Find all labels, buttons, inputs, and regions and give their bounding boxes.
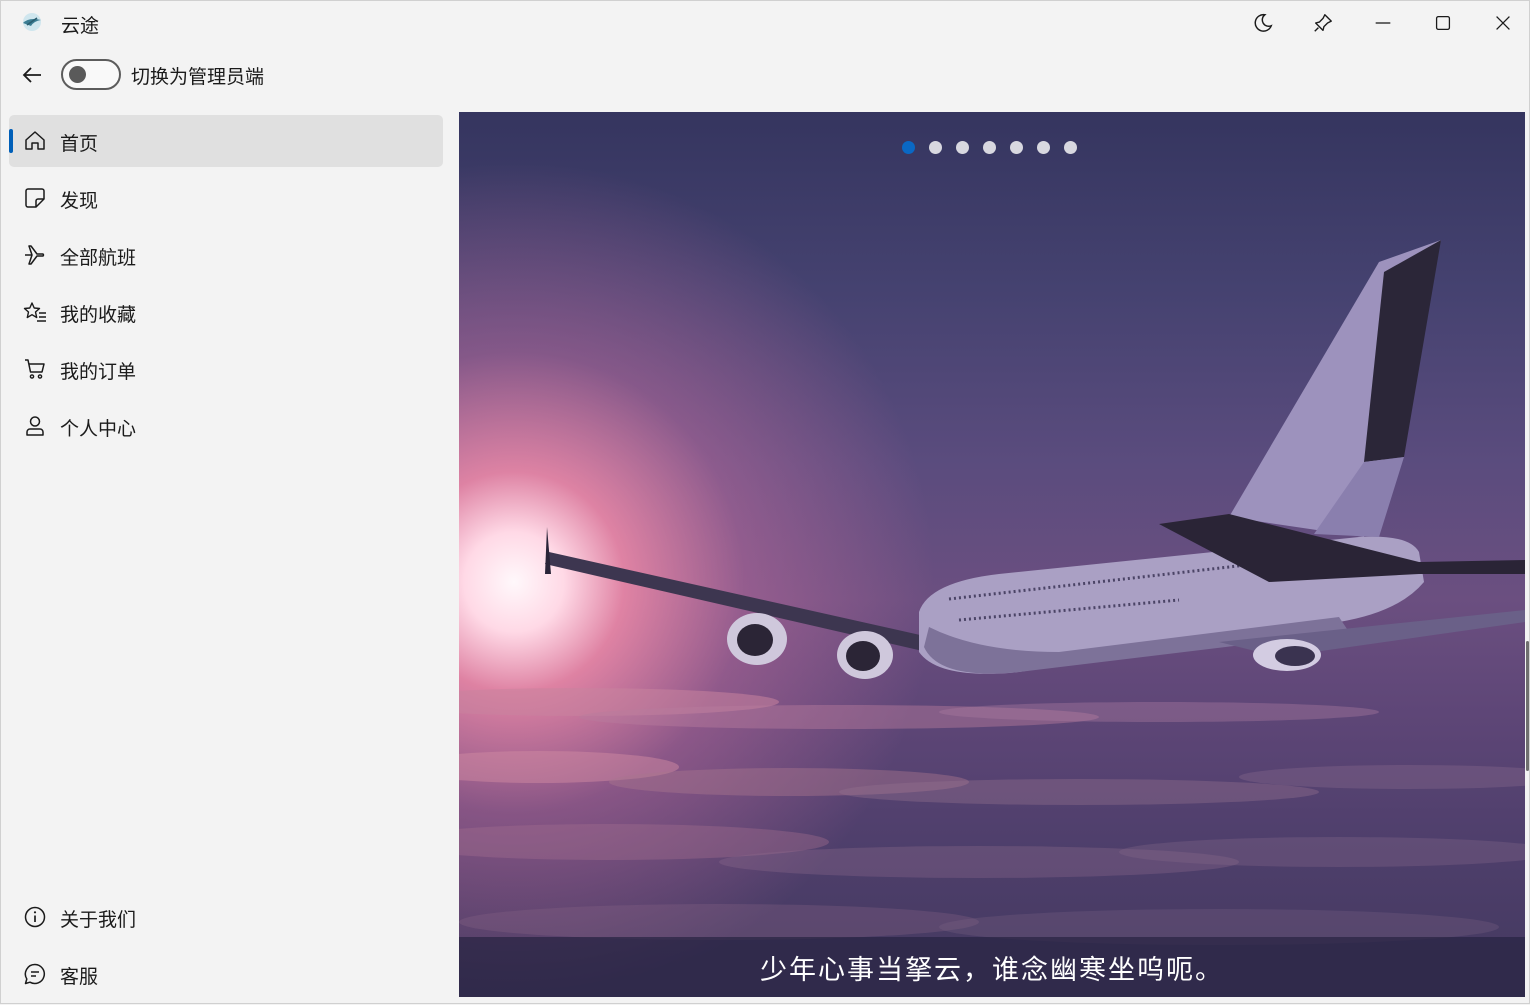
carousel-dot-3[interactable] [956, 141, 969, 154]
carousel-dot-5[interactable] [1010, 141, 1023, 154]
sidebar-footer: 关于我们 客服 [9, 891, 443, 1005]
active-indicator [9, 129, 13, 153]
close-icon [1496, 16, 1510, 30]
star-list-icon [23, 302, 46, 322]
app-title: 云途 [61, 15, 100, 37]
admin-mode-toggle-label: 切换为管理员端 [131, 66, 265, 88]
sidebar-item-orders[interactable]: 我的订单 [9, 343, 443, 395]
info-icon [24, 906, 46, 928]
home-icon [25, 131, 45, 150]
maximize-button[interactable] [1413, 1, 1473, 45]
arrow-left-icon [22, 67, 41, 83]
minimize-button[interactable] [1353, 1, 1413, 45]
toggle-knob [69, 66, 86, 83]
sidebar-item-favorites[interactable]: 我的收藏 [9, 286, 443, 338]
sidebar-item-label: 我的收藏 [60, 304, 137, 326]
person-icon [26, 416, 44, 436]
carousel-dot-1[interactable] [902, 141, 915, 154]
carousel-pagination [902, 141, 1077, 154]
sidebar-item-home[interactable]: 首页 [9, 115, 443, 167]
carousel-dot-7[interactable] [1064, 141, 1077, 154]
app-window: 云途 切换为管理员端 首页 发现 全部航班 我的收藏 我的订单 个人中心 关于我… [0, 0, 1530, 1004]
app-logo-icon [23, 13, 41, 31]
maximize-icon [1435, 15, 1451, 31]
sidebar-item-support[interactable]: 客服 [9, 948, 443, 1000]
chat-icon [24, 963, 46, 985]
pin-icon [1314, 14, 1332, 32]
sidebar-item-label: 个人中心 [60, 418, 137, 440]
sidebar-item-profile[interactable]: 个人中心 [9, 400, 443, 452]
note-icon [25, 188, 45, 208]
moon-icon [1254, 13, 1273, 32]
back-button[interactable] [15, 58, 49, 92]
carousel-dot-2[interactable] [929, 141, 942, 154]
cart-icon [25, 359, 45, 379]
sidebar-item-label: 全部航班 [60, 247, 137, 269]
minimize-icon [1375, 22, 1391, 24]
sidebar-nav: 首页 发现 全部航班 我的收藏 我的订单 个人中心 [9, 115, 443, 457]
title-bar: 云途 [1, 1, 1529, 45]
theme-toggle-button[interactable] [1233, 1, 1293, 45]
carousel-caption: 少年心事当拏云，谁念幽寒坐呜呃。 [760, 954, 1224, 986]
carousel-caption-bar: 少年心事当拏云，谁念幽寒坐呜呃。 [459, 937, 1525, 997]
sidebar-item-label: 关于我们 [60, 909, 137, 931]
sidebar-item-label: 我的订单 [60, 361, 137, 383]
sidebar-item-all-flights[interactable]: 全部航班 [9, 229, 443, 281]
sidebar-item-label: 首页 [60, 133, 99, 155]
admin-mode-toggle[interactable] [61, 59, 121, 90]
hero-carousel[interactable]: 少年心事当拏云，谁念幽寒坐呜呃。 [459, 112, 1525, 997]
carousel-dot-6[interactable] [1037, 141, 1050, 154]
carousel-dot-4[interactable] [983, 141, 996, 154]
pin-button[interactable] [1293, 1, 1353, 45]
sidebar-item-label: 发现 [60, 190, 99, 212]
airplane-image [545, 240, 1525, 679]
close-button[interactable] [1473, 1, 1530, 45]
window-scrollbar[interactable] [1526, 641, 1529, 771]
sidebar-item-about[interactable]: 关于我们 [9, 891, 443, 943]
sidebar-item-label: 客服 [60, 966, 99, 988]
sidebar-item-discover[interactable]: 发现 [9, 172, 443, 224]
airplane-icon [25, 245, 45, 265]
